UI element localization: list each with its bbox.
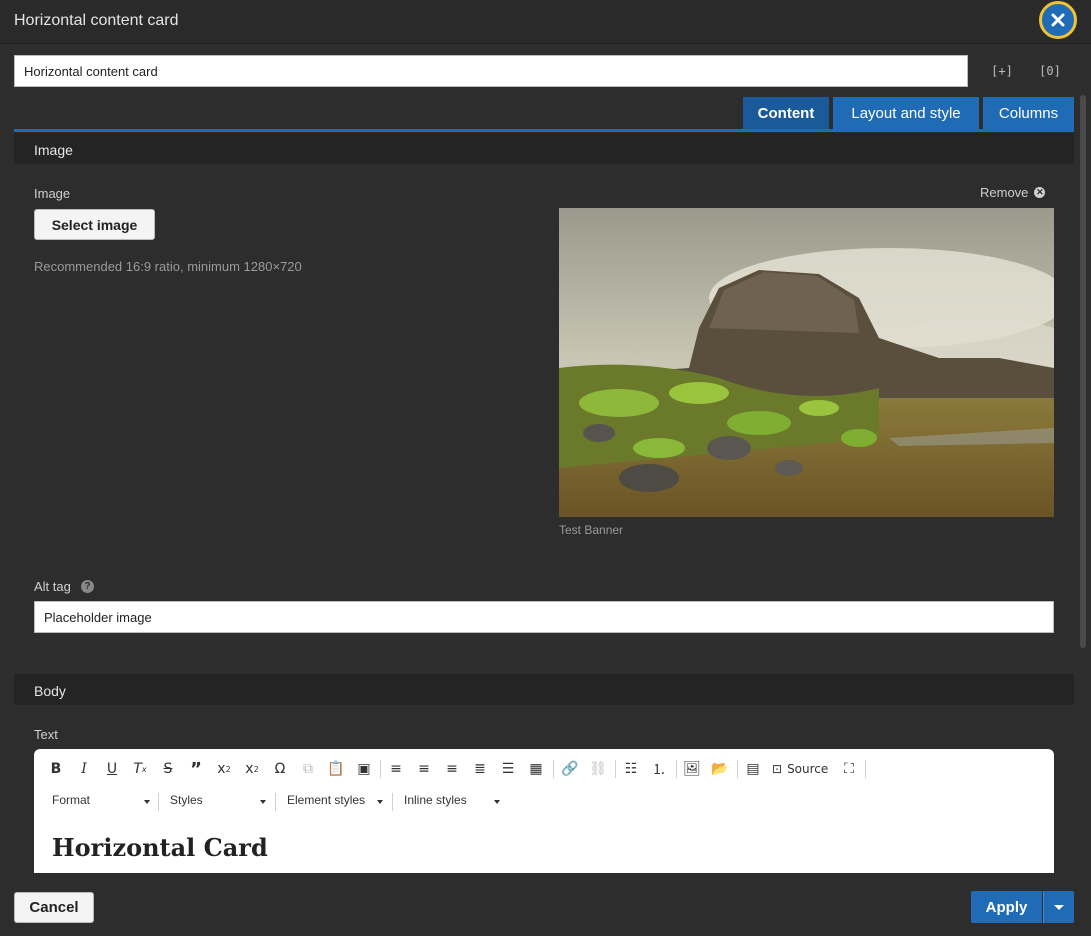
show-blocks-icon[interactable]: ▤ [743,759,763,779]
horizontal-rule-icon[interactable]: ☰ [498,759,518,779]
editor-toolbar: B I U Tx S ” x2 x2 Ω ⧉ 📋 ▣ ≡ ≡ ≡ ≣ ☰ ▦ 🔗… [34,749,1054,811]
insert-image-icon[interactable]: 🖼 [682,759,702,779]
dialog-titlebar: Horizontal content card [0,0,1091,44]
collapse-all-icon[interactable]: [0] [1038,60,1062,82]
image-caption: Test Banner [559,523,624,537]
paste-icon[interactable]: 📋 [326,759,346,779]
numbered-list-icon[interactable]: ⒈ [649,759,669,779]
table-icon[interactable]: ▦ [526,759,546,779]
tab-underline [14,129,1074,132]
special-char-icon[interactable]: Ω [270,759,290,779]
editor-content-heading[interactable]: Horizontal Card [52,833,268,862]
landscape-photo [559,208,1054,517]
superscript-icon[interactable]: x2 [214,759,234,779]
remove-format-icon[interactable]: Tx [130,759,150,779]
text-field-label: Text [34,727,58,742]
align-left-icon[interactable]: ≡ [386,759,406,779]
dialog-footer [0,873,1091,936]
strikethrough-icon[interactable]: S [158,759,178,779]
tab-content[interactable]: Content [743,97,829,129]
image-field-label: Image [34,186,71,201]
rich-text-editor[interactable]: B I U Tx S ” x2 x2 Ω ⧉ 📋 ▣ ≡ ≡ ≡ ≣ ☰ ▦ 🔗… [34,749,1054,873]
remove-icon: ✕ [1034,187,1046,198]
expand-all-icon[interactable]: [+] [990,60,1014,82]
fullscreen-icon[interactable]: ⛶ [839,759,859,779]
unlink-icon[interactable]: ⛓ [588,759,608,779]
image-section-heading: Image [14,133,1074,164]
styles-dropdown[interactable]: Styles [170,793,266,811]
chevron-down-icon [1054,904,1064,910]
body-section-heading: Body [14,674,1074,705]
inline-styles-dropdown[interactable]: Inline styles [404,793,500,811]
close-button[interactable] [1039,1,1077,39]
apply-button[interactable]: Apply [971,891,1042,923]
remove-label: Remove [980,185,1029,200]
tab-layout-and-style[interactable]: Layout and style [833,97,979,129]
source-icon: ⊡ [772,762,783,776]
align-justify-icon[interactable]: ≣ [470,759,490,779]
alt-tag-input[interactable] [34,601,1054,633]
cancel-button[interactable]: Cancel [14,892,94,923]
select-image-button[interactable]: Select image [34,209,155,240]
paste-text-icon[interactable]: ▣ [354,759,374,779]
element-styles-dropdown[interactable]: Element styles [287,793,383,811]
format-dropdown[interactable]: Format [52,793,150,811]
file-browser-icon[interactable]: 📂 [710,759,730,779]
image-preview [559,208,1054,517]
tab-columns[interactable]: Columns [983,97,1074,129]
align-center-icon[interactable]: ≡ [414,759,434,779]
copy-icon[interactable]: ⧉ [298,759,318,779]
apply-dropdown-button[interactable] [1043,891,1074,923]
bulleted-list-icon[interactable]: ☷ [621,759,641,779]
align-right-icon[interactable]: ≡ [442,759,462,779]
help-icon[interactable]: ? [81,580,94,593]
scrollbar[interactable] [1080,95,1086,648]
remove-image-link[interactable]: Remove ✕ [980,185,1046,200]
dialog-title: Horizontal content card [14,12,179,29]
underline-icon[interactable]: U [102,759,122,779]
alt-tag-label: Alt tag [34,579,71,594]
image-hint: Recommended 16:9 ratio, minimum 1280×720 [34,259,302,274]
close-icon [1051,13,1065,27]
bold-icon[interactable]: B [46,759,66,779]
link-icon[interactable]: 🔗 [560,759,580,779]
italic-icon[interactable]: I [74,759,94,779]
source-button[interactable]: ⊡ Source [772,759,828,779]
blockquote-icon[interactable]: ” [186,759,206,780]
subscript-icon[interactable]: x2 [242,759,262,779]
component-name-input[interactable] [14,55,968,87]
